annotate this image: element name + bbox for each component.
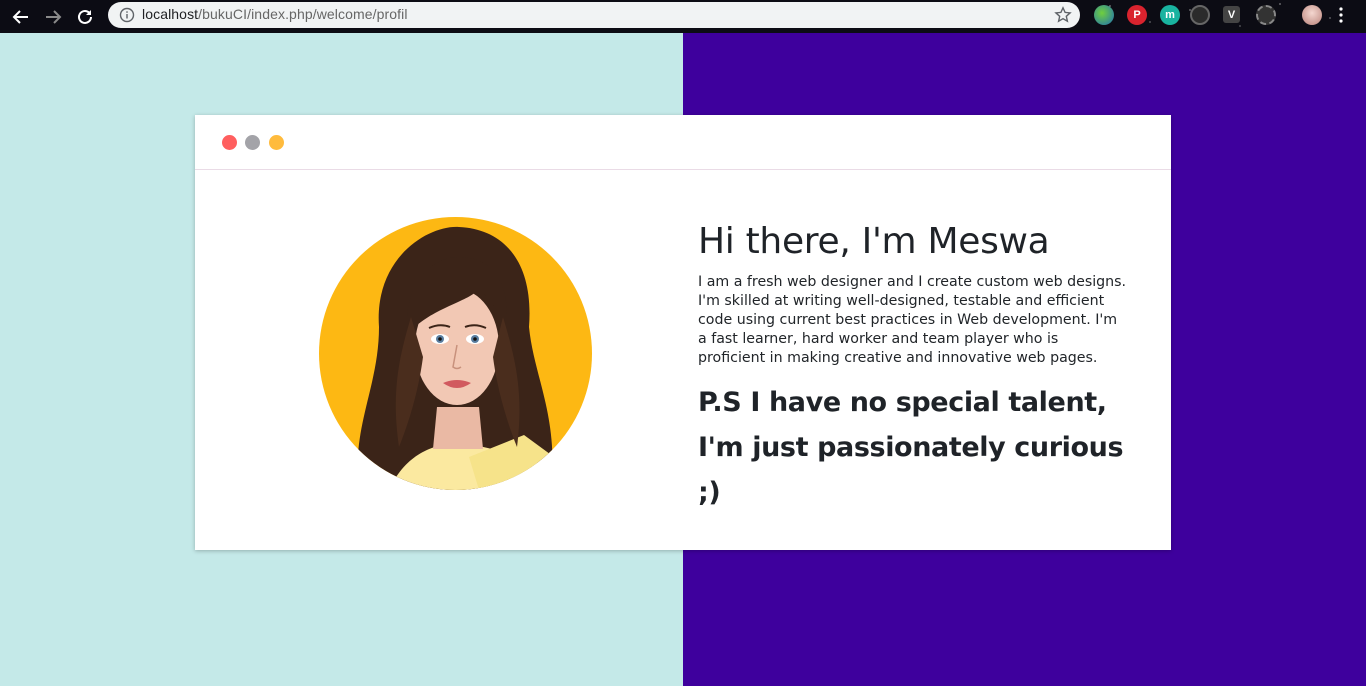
- profile-photo: [319, 217, 592, 490]
- profile-avatar-icon[interactable]: [1302, 5, 1322, 25]
- url-text[interactable]: localhost/bukuCI/index.php/welcome/profi…: [142, 6, 408, 22]
- v-extension-icon[interactable]: V: [1223, 6, 1240, 23]
- browser-toolbar: localhost/bukuCI/index.php/welcome/profi…: [0, 0, 1366, 33]
- arrow-left-icon: [12, 10, 28, 24]
- profile-text: Hi there, I'm Meswa I am a fresh web des…: [698, 220, 1128, 515]
- profile-window-card: Hi there, I'm Meswa I am a fresh web des…: [195, 115, 1171, 550]
- forward-button[interactable]: [40, 4, 66, 30]
- star-icon[interactable]: [1054, 6, 1072, 24]
- page-title: Hi there, I'm Meswa: [698, 221, 1050, 262]
- portrait-illustration: [319, 217, 592, 490]
- gear-extension-icon[interactable]: [1256, 5, 1276, 25]
- dots-vertical-icon: [1339, 7, 1343, 23]
- more-menu-icon[interactable]: [1334, 5, 1348, 25]
- pinterest-icon[interactable]: P: [1127, 5, 1147, 25]
- back-button[interactable]: [8, 4, 34, 30]
- pinterest-glyph: P: [1133, 9, 1141, 21]
- circle-extension-icon[interactable]: [1190, 5, 1210, 25]
- url-path: /bukuCI/index.php/welcome/profil: [198, 6, 408, 22]
- m-extension-icon[interactable]: m: [1160, 5, 1180, 25]
- page: Hi there, I'm Meswa I am a fresh web des…: [0, 33, 1366, 686]
- info-icon[interactable]: [119, 7, 135, 23]
- close-dot-icon: [222, 135, 237, 150]
- globe-extension-icon[interactable]: [1094, 5, 1114, 25]
- url-host: localhost: [142, 6, 199, 22]
- arrow-right-icon: [46, 10, 62, 24]
- window-titlebar: [195, 115, 1171, 170]
- bio-paragraph: I am a fresh web designer and I create c…: [698, 274, 1127, 366]
- postscript-heading: P.S I have no special talent, I'm just p…: [698, 387, 1124, 508]
- reload-button[interactable]: [72, 4, 98, 30]
- maximize-dot-icon: [269, 135, 284, 150]
- address-bar[interactable]: localhost/bukuCI/index.php/welcome/profi…: [108, 2, 1080, 28]
- m-glyph: m: [1165, 9, 1175, 21]
- reload-icon: [78, 9, 92, 24]
- minimize-dot-icon: [245, 135, 260, 150]
- v-glyph: V: [1227, 8, 1236, 21]
